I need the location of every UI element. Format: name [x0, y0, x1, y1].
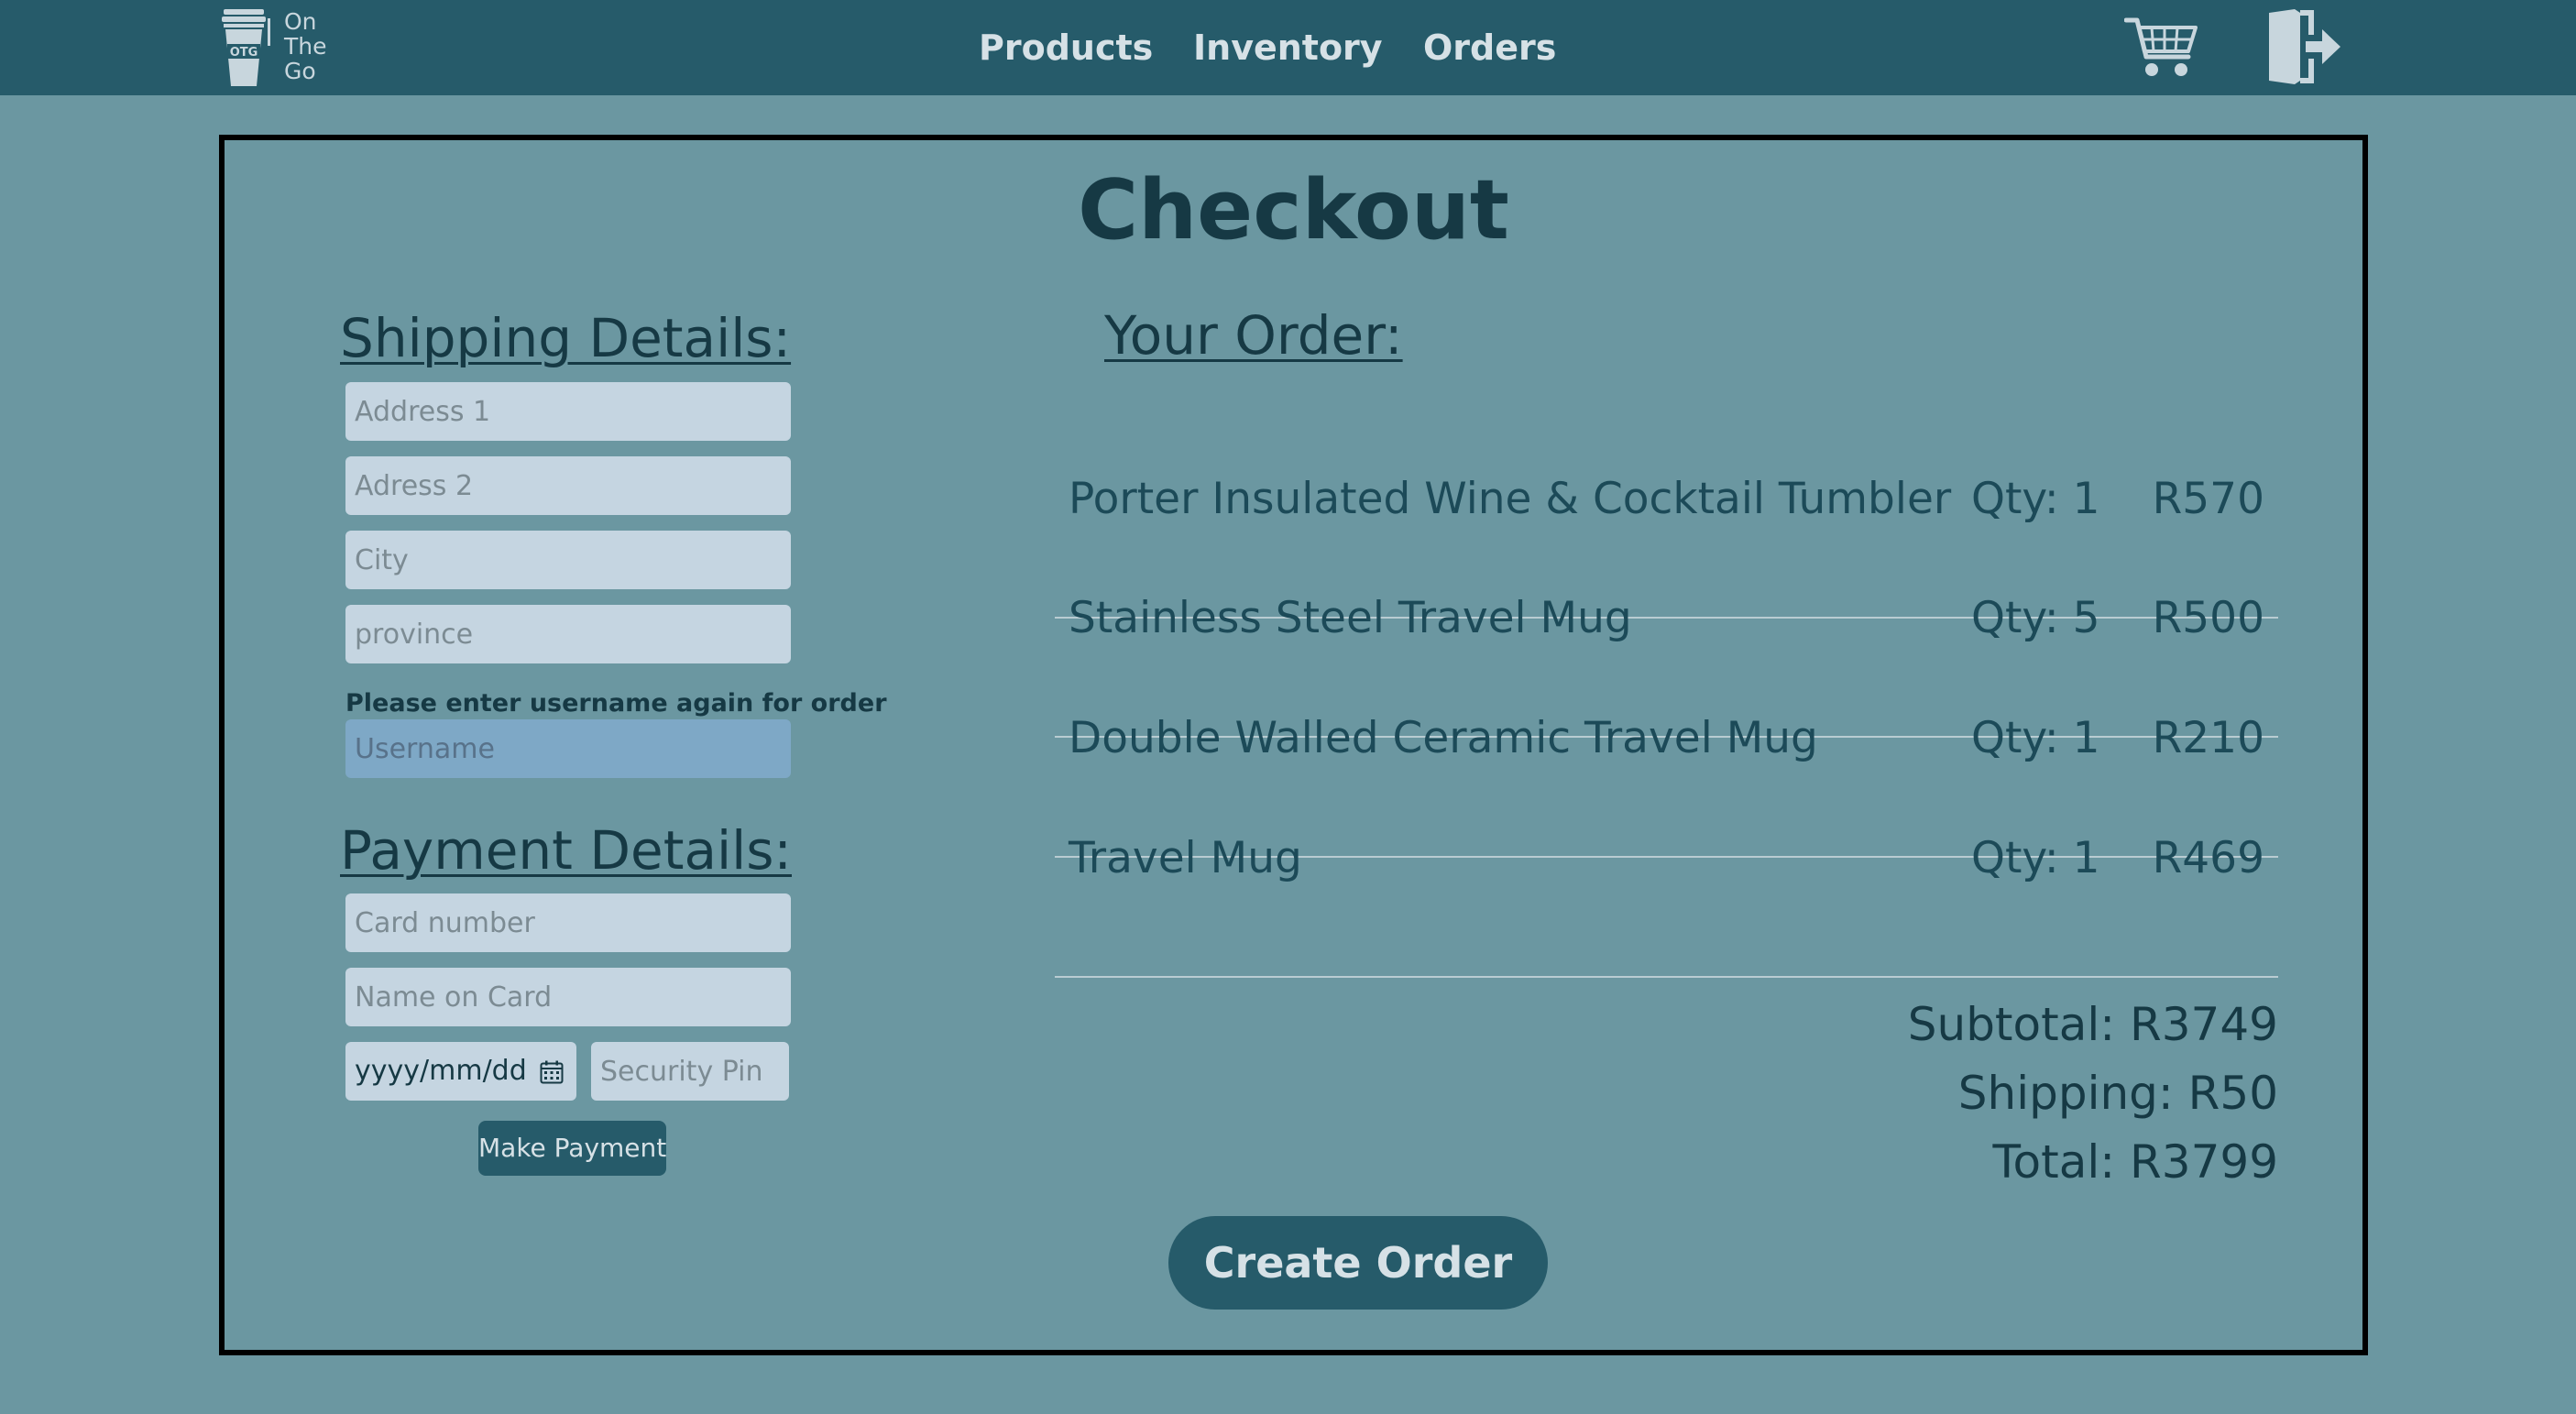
subtotal-text: Subtotal: R3749 [1907, 998, 2278, 1051]
city-input[interactable] [345, 531, 791, 589]
order-item-qty: Qty: 5 [1971, 593, 2100, 643]
brand-logo[interactable]: OTG On The Go [220, 7, 348, 88]
card-number-input[interactable] [345, 893, 791, 952]
your-order-heading: Your Order: [1104, 304, 1403, 367]
name-on-card-input[interactable] [345, 968, 791, 1026]
order-item-qty: Qty: 1 [1971, 474, 2100, 524]
brand-line: Go [284, 58, 316, 84]
nav-inventory-link[interactable]: Inventory [1193, 24, 1383, 71]
security-pin-input[interactable] [591, 1042, 789, 1101]
order-item-price: R210 [2152, 713, 2264, 763]
page-title: Checkout [1078, 162, 1509, 258]
order-item-name: Travel Mug [1069, 833, 1302, 883]
expiry-date-placeholder: yyyy/mm/dd [355, 1055, 527, 1087]
logout-icon[interactable] [2265, 7, 2342, 86]
nav-orders-link[interactable]: Orders [1423, 24, 1556, 71]
order-item-price: R469 [2152, 833, 2264, 883]
order-item-name: Double Walled Ceramic Travel Mug [1069, 713, 1818, 763]
address2-input[interactable] [345, 456, 791, 515]
order-item-qty: Qty: 1 [1971, 713, 2100, 763]
username-note: Please enter username again for order [345, 689, 887, 718]
travel-cup-logo-icon: OTG [222, 9, 270, 86]
shipping-details-heading: Shipping Details: [340, 307, 792, 369]
order-item-price: R500 [2152, 593, 2264, 643]
calendar-icon[interactable] [540, 1060, 564, 1084]
username-input[interactable] [345, 719, 791, 778]
order-item-name: Stainless Steel Travel Mug [1069, 593, 1632, 643]
address1-input[interactable] [345, 382, 791, 441]
checkout-panel: Checkout Shipping Details: Please enter … [219, 135, 2368, 1355]
brand-line: On [284, 8, 317, 35]
payment-details-heading: Payment Details: [340, 819, 792, 882]
brand-name: On The Go [284, 9, 327, 83]
make-payment-button[interactable]: Make Payment [478, 1121, 666, 1176]
shipping-cost-text: Shipping: R50 [1957, 1067, 2278, 1120]
order-item-qty: Qty: 1 [1971, 833, 2100, 883]
nav-products-link[interactable]: Products [979, 24, 1153, 71]
brand-line: The [284, 33, 327, 60]
order-totals: Subtotal: R3749 Shipping: R50 Total: R37… [1599, 991, 2278, 1197]
create-order-button[interactable]: Create Order [1168, 1216, 1548, 1310]
top-navbar: OTG On The Go Products Inventory Orders [0, 0, 2576, 95]
total-text: Total: R3799 [1992, 1135, 2279, 1189]
order-item-name: Porter Insulated Wine & Cocktail Tumbler [1069, 474, 1952, 524]
order-item-row: Travel Mug Qty: 1 R469 [1055, 833, 2278, 978]
expiry-date-input[interactable]: yyyy/mm/dd [345, 1042, 576, 1101]
cart-icon[interactable] [2124, 13, 2199, 81]
order-item-price: R570 [2152, 474, 2264, 524]
province-input[interactable] [345, 605, 791, 663]
svg-text:OTG: OTG [230, 46, 258, 60]
